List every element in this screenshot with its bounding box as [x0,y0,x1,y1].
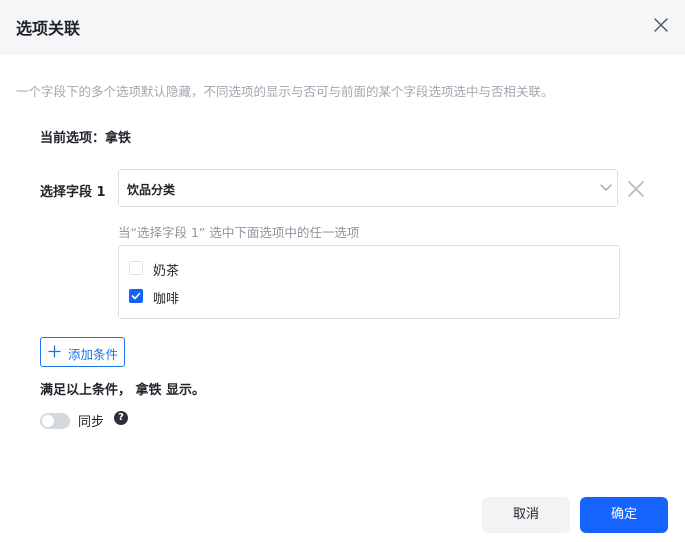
help-icon[interactable]: ? [114,411,128,425]
chevron-down-icon [600,184,612,191]
close-icon [628,181,644,197]
field-select[interactable]: 饮品分类 [118,169,618,207]
condition-result: 满足以上条件， 拿铁 显示。 [40,383,206,398]
toggle-knob [42,415,54,427]
plus-icon [48,345,61,358]
close-icon [654,18,668,32]
close-button[interactable] [651,15,671,35]
sync-toggle[interactable] [40,413,70,429]
add-condition-button[interactable]: 添加条件 [40,337,125,367]
option-label: 奶茶 [153,264,180,279]
dialog-title: 选项关联 [16,19,81,38]
option-list: 奶茶 咖啡 [118,245,620,319]
dialog-description: 一个字段下的多个选项默认隐藏，不同选项的显示与否可与前面的某个字段选项选中与否相… [16,84,554,99]
dialog-header: 选项关联 [0,0,685,55]
field-select-value: 饮品分类 [127,183,176,197]
option-label: 咖啡 [153,292,180,307]
field-label: 选择字段 1 [40,185,106,200]
remove-condition-button[interactable] [627,180,645,198]
check-icon [131,292,141,300]
confirm-button[interactable]: 确定 [580,497,668,533]
condition-hint: 当“选择字段 1” 选中下面选项中的任一选项 [118,225,360,240]
sync-label: 同步 [78,415,105,430]
checkbox[interactable] [129,261,143,275]
add-condition-label: 添加条件 [68,347,119,362]
current-option: 当前选项：拿铁 [40,131,132,146]
cancel-button[interactable]: 取消 [482,497,570,533]
checkbox[interactable] [129,289,143,303]
